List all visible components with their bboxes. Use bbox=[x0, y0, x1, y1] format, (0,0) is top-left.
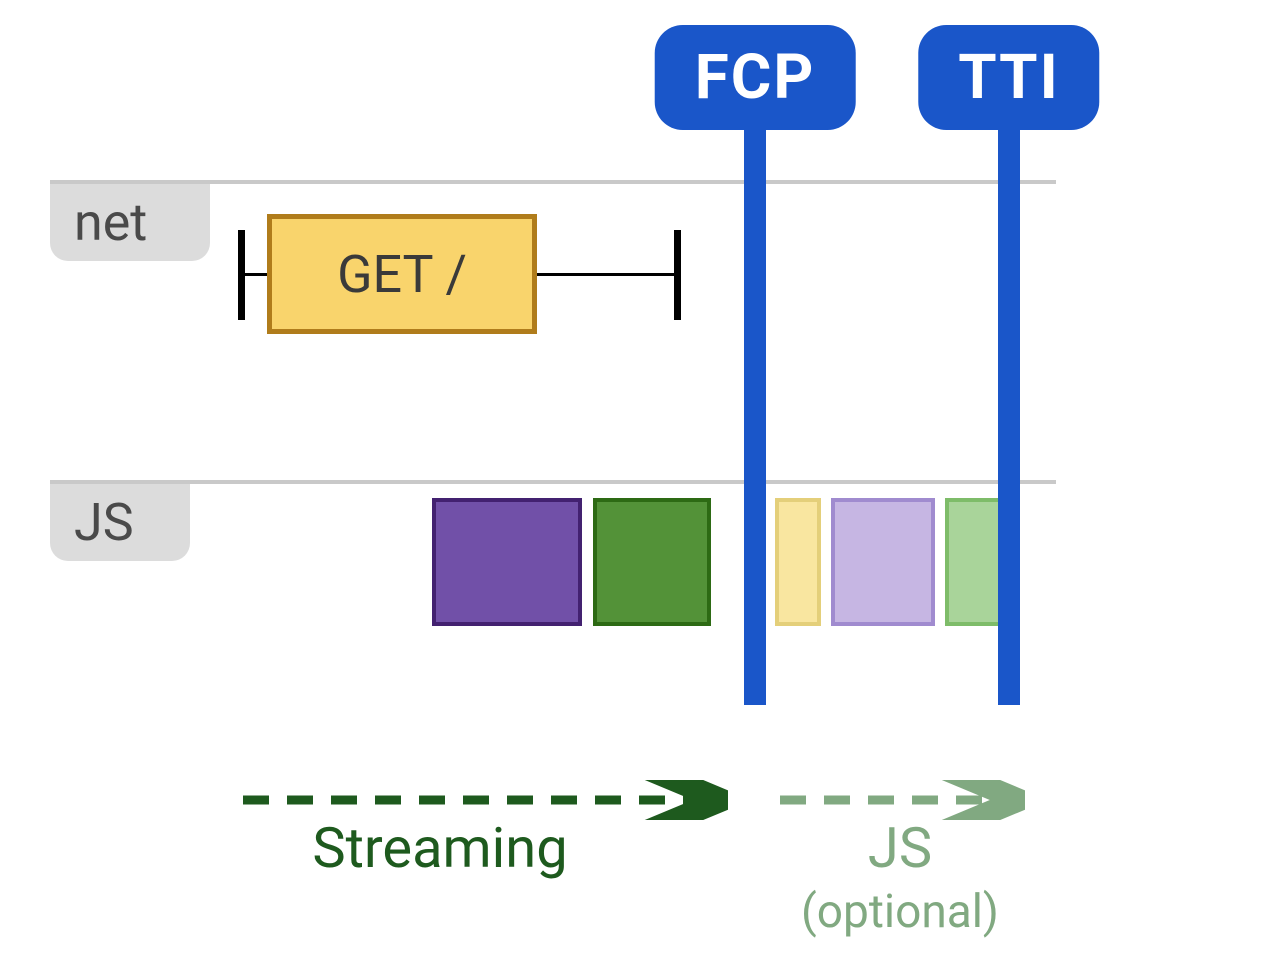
tti-marker: TTI bbox=[998, 25, 1020, 705]
row-label-js: JS bbox=[50, 484, 190, 561]
js-optional-caption: JS (optional) bbox=[770, 815, 1030, 939]
js-task-yellow-optional bbox=[775, 498, 821, 626]
js-optional-arrow bbox=[775, 780, 1025, 820]
js-task-purple-optional bbox=[831, 498, 935, 626]
row-separator-js bbox=[50, 480, 1056, 484]
fcp-marker: FCP bbox=[744, 25, 766, 705]
timeline-diagram: FCP TTI net GET / JS Streaming bbox=[0, 0, 1272, 974]
fcp-flag: FCP bbox=[655, 25, 856, 130]
js-task-purple-1 bbox=[432, 498, 582, 626]
net-whisker-end bbox=[674, 230, 681, 320]
streaming-arrow bbox=[238, 780, 728, 820]
net-request-label: GET / bbox=[337, 244, 467, 305]
net-request-box: GET / bbox=[267, 214, 537, 334]
js-optional-caption-line1: JS bbox=[868, 815, 932, 881]
js-task-green-1 bbox=[593, 498, 711, 626]
streaming-caption: Streaming bbox=[260, 815, 620, 881]
tti-flag: TTI bbox=[918, 25, 1099, 130]
js-task-green-optional bbox=[945, 498, 1005, 626]
row-label-net: net bbox=[50, 184, 210, 261]
js-optional-caption-line2: (optional) bbox=[770, 885, 1030, 939]
